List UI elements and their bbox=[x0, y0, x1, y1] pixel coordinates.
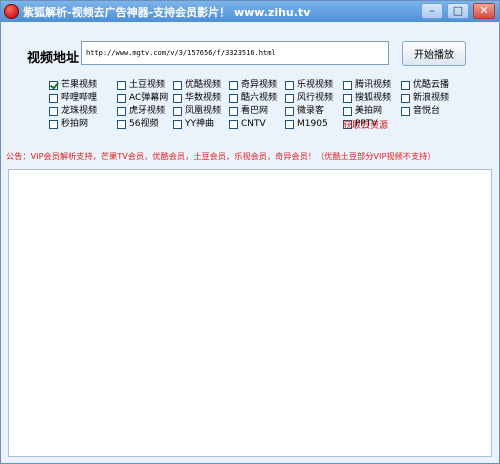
platform-checkbox-label: 优酷视频 bbox=[185, 80, 222, 90]
platform-checkbox[interactable]: 虎牙视频 bbox=[117, 105, 165, 117]
platform-checkbox-label: 酷六视频 bbox=[241, 93, 278, 103]
checkbox-box[interactable] bbox=[173, 106, 182, 116]
platform-checkbox[interactable]: 秒拍网 bbox=[49, 118, 88, 130]
video-url-input[interactable] bbox=[81, 41, 389, 65]
platform-checkbox[interactable]: 奇异视频 bbox=[229, 79, 277, 91]
maximize-button[interactable]: □ bbox=[447, 3, 469, 19]
platform-checkbox-label: 微录客 bbox=[297, 106, 325, 116]
platform-checkbox[interactable]: M1905 bbox=[285, 118, 328, 130]
checkbox-box[interactable] bbox=[401, 80, 410, 90]
checkbox-box[interactable] bbox=[173, 119, 182, 129]
platform-checkbox-label: 土豆视频 bbox=[129, 80, 166, 90]
window-title: 紫狐解析-视频去广告神器-支持会员影片！ www.zihu.tv bbox=[23, 6, 311, 19]
platform-checkbox-label: YY神曲 bbox=[185, 119, 214, 129]
checkbox-box[interactable] bbox=[117, 93, 126, 103]
get-cloud-resources-link[interactable]: 获取云资源 bbox=[343, 118, 388, 131]
platform-checkbox-label: 乐视视频 bbox=[297, 80, 334, 90]
platform-checkbox[interactable]: 56视频 bbox=[117, 118, 158, 130]
checkbox-box[interactable] bbox=[117, 80, 126, 90]
platform-checkbox-label: 奇异视频 bbox=[241, 80, 278, 90]
checkbox-box[interactable] bbox=[343, 80, 352, 90]
platform-checkbox-label: CNTV bbox=[241, 119, 266, 129]
close-icon: ✕ bbox=[479, 4, 489, 17]
checkbox-box[interactable] bbox=[173, 93, 182, 103]
start-play-button[interactable]: 开始播放 bbox=[402, 41, 466, 66]
checkbox-box[interactable] bbox=[229, 106, 238, 116]
checkbox-box[interactable] bbox=[343, 106, 352, 116]
checkbox-box[interactable] bbox=[285, 80, 294, 90]
window-controls: – □ ✕ bbox=[421, 3, 495, 19]
platform-checkbox-label: 凤凰视频 bbox=[185, 106, 222, 116]
close-button[interactable]: ✕ bbox=[473, 3, 495, 19]
checkbox-box[interactable] bbox=[229, 119, 238, 129]
platform-checkbox-label: 虎牙视频 bbox=[129, 106, 166, 116]
platform-checkbox-label: 腾讯视频 bbox=[355, 80, 392, 90]
platform-checkbox[interactable]: 风行视频 bbox=[285, 92, 333, 104]
checkbox-box[interactable] bbox=[49, 119, 58, 129]
checkbox-box[interactable] bbox=[173, 80, 182, 90]
platform-checkbox-label: 芒果视频 bbox=[61, 80, 98, 90]
platform-checkbox[interactable]: 哔哩哔哩 bbox=[49, 92, 97, 104]
checkbox-box[interactable] bbox=[49, 80, 58, 90]
platform-checkbox-label: 56视频 bbox=[129, 119, 159, 129]
platform-checkbox[interactable]: 音悦台 bbox=[401, 105, 440, 117]
announcement-text: 公告：VIP会员解析支持，芒果TV会员，优酷会员，土豆会员，乐视会员，奇异会员！… bbox=[6, 151, 436, 161]
checkbox-box[interactable] bbox=[229, 93, 238, 103]
fox-logo-icon bbox=[4, 4, 19, 19]
platform-checkbox-label: 哔哩哔哩 bbox=[61, 93, 98, 103]
platform-checkbox-label: 新浪视频 bbox=[413, 93, 450, 103]
checkbox-box[interactable] bbox=[49, 93, 58, 103]
checkbox-box[interactable] bbox=[285, 93, 294, 103]
platform-checkbox[interactable]: 腾讯视频 bbox=[343, 79, 391, 91]
platform-checkbox[interactable]: 芒果视频 bbox=[49, 79, 97, 91]
platform-checkbox-label: 搜狐视频 bbox=[355, 93, 392, 103]
checkbox-box[interactable] bbox=[49, 106, 58, 116]
platform-checkbox[interactable]: 微录客 bbox=[285, 105, 324, 117]
checkbox-box[interactable] bbox=[343, 93, 352, 103]
checkbox-box[interactable] bbox=[285, 119, 294, 129]
platform-checkbox[interactable]: 华数视频 bbox=[173, 92, 221, 104]
platform-checkbox-label: 龙珠视频 bbox=[61, 106, 98, 116]
main-window: 紫狐解析-视频去广告神器-支持会员影片！ www.zihu.tv – □ ✕ 视… bbox=[0, 0, 500, 464]
checkbox-box[interactable] bbox=[401, 93, 410, 103]
video-url-label: 视频地址 bbox=[27, 51, 80, 66]
platform-checkbox[interactable]: 凤凰视频 bbox=[173, 105, 221, 117]
platform-checkbox[interactable]: 搜狐视频 bbox=[343, 92, 391, 104]
platform-checkbox[interactable]: CNTV bbox=[229, 118, 266, 130]
checkbox-box[interactable] bbox=[401, 106, 410, 116]
minimize-icon: – bbox=[429, 4, 435, 17]
platform-checkbox[interactable]: 乐视视频 bbox=[285, 79, 333, 91]
platform-checkbox[interactable]: 新浪视频 bbox=[401, 92, 449, 104]
platform-checkbox-label: 华数视频 bbox=[185, 93, 222, 103]
platform-checkbox-grid: 芒果视频 土豆视频 优酷视频 奇异视频 乐视视频 腾讯视频 优酷云播哔哩哔哩 AC弹幕网 华数视… bbox=[49, 79, 489, 135]
platform-checkbox-label: AC弹幕网 bbox=[129, 93, 169, 103]
platform-checkbox-label: M1905 bbox=[297, 119, 328, 129]
platform-checkbox-label: 优酷云播 bbox=[413, 80, 450, 90]
platform-checkbox-label: 秒拍网 bbox=[61, 119, 89, 129]
checkbox-box[interactable] bbox=[285, 106, 294, 116]
title-bar[interactable]: 紫狐解析-视频去广告神器-支持会员影片！ www.zihu.tv – □ ✕ bbox=[1, 1, 499, 22]
video-content-area[interactable] bbox=[8, 169, 492, 457]
platform-checkbox-label: 风行视频 bbox=[297, 93, 334, 103]
platform-checkbox[interactable]: 优酷视频 bbox=[173, 79, 221, 91]
checkbox-box[interactable] bbox=[229, 80, 238, 90]
platform-checkbox-label: 看巴网 bbox=[241, 106, 269, 116]
maximize-icon: □ bbox=[452, 4, 464, 17]
platform-checkbox[interactable]: AC弹幕网 bbox=[117, 92, 168, 104]
platform-checkbox[interactable]: 土豆视频 bbox=[117, 79, 165, 91]
checkbox-box[interactable] bbox=[117, 106, 126, 116]
platform-checkbox[interactable]: 酷六视频 bbox=[229, 92, 277, 104]
platform-checkbox[interactable]: 美拍网 bbox=[343, 105, 382, 117]
platform-checkbox-label: 美拍网 bbox=[355, 106, 383, 116]
platform-checkbox[interactable]: 优酷云播 bbox=[401, 79, 449, 91]
platform-checkbox[interactable]: 龙珠视频 bbox=[49, 105, 97, 117]
checkbox-box[interactable] bbox=[117, 119, 126, 129]
platform-checkbox-label: 音悦台 bbox=[413, 106, 441, 116]
minimize-button[interactable]: – bbox=[421, 3, 443, 19]
platform-checkbox[interactable]: YY神曲 bbox=[173, 118, 214, 130]
platform-checkbox[interactable]: 看巴网 bbox=[229, 105, 268, 117]
